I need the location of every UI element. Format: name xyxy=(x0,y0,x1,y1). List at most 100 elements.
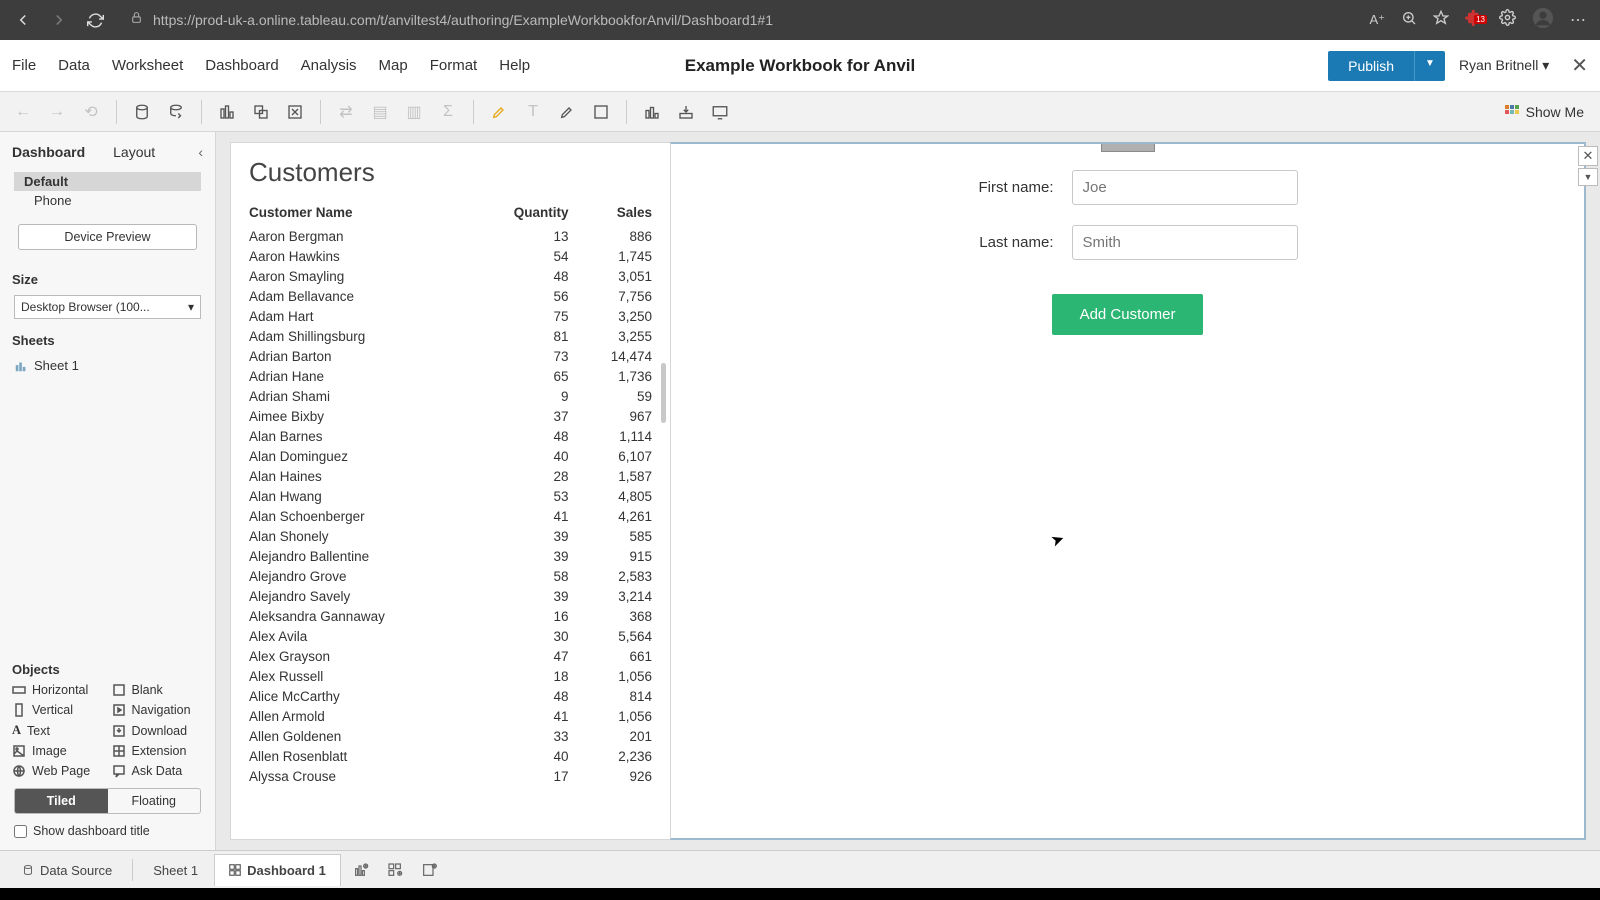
table-row[interactable]: Alan Haines281,587 xyxy=(249,466,656,486)
table-row[interactable]: Adrian Barton7314,474 xyxy=(249,346,656,366)
menu-format[interactable]: Format xyxy=(430,57,478,74)
download-button[interactable] xyxy=(671,97,701,127)
table-row[interactable]: Aaron Hawkins541,745 xyxy=(249,246,656,266)
tab-dashboard[interactable]: Dashboard xyxy=(12,144,85,160)
add-customer-button[interactable]: Add Customer xyxy=(1052,294,1204,335)
presentation-button[interactable] xyxy=(705,97,735,127)
table-row[interactable]: Alyssa Crouse17926 xyxy=(249,766,656,786)
show-me-button[interactable]: Show Me xyxy=(1496,104,1592,120)
table-row[interactable]: Adrian Shami959 xyxy=(249,386,656,406)
table-row[interactable]: Alan Schoenberger414,261 xyxy=(249,506,656,526)
more-icon[interactable]: ⋯ xyxy=(1570,10,1588,30)
table-row[interactable]: Adam Bellavance567,756 xyxy=(249,286,656,306)
menu-analysis[interactable]: Analysis xyxy=(301,57,357,74)
favorite-icon[interactable] xyxy=(1433,10,1449,31)
revert-button[interactable]: ⟲ xyxy=(76,97,106,127)
col-quantity[interactable]: Quantity xyxy=(473,202,585,226)
clear-button[interactable] xyxy=(280,97,310,127)
panel-close-icon[interactable]: ✕ xyxy=(1578,146,1598,166)
show-dashboard-title-checkbox[interactable]: Show dashboard title xyxy=(14,824,201,838)
panel-menu-icon[interactable]: ▼ xyxy=(1578,168,1598,186)
tab-sheet1[interactable]: Sheet 1 xyxy=(139,854,212,886)
col-name[interactable]: Customer Name xyxy=(249,202,473,226)
user-menu[interactable]: Ryan Britnell ▾ xyxy=(1459,57,1549,74)
profile-icon[interactable] xyxy=(1532,7,1554,34)
dashboard-canvas[interactable]: Customers Customer Name Quantity Sales A… xyxy=(216,132,1600,850)
table-row[interactable]: Alex Grayson47661 xyxy=(249,646,656,666)
table-row[interactable]: Alan Dominguez406,107 xyxy=(249,446,656,466)
device-default[interactable]: Default xyxy=(14,172,201,191)
new-sheet-tab-button[interactable] xyxy=(349,858,373,882)
menu-help[interactable]: Help xyxy=(499,57,530,74)
new-dashboard-tab-button[interactable] xyxy=(383,858,407,882)
new-story-tab-button[interactable] xyxy=(417,858,441,882)
collapse-sidebar-icon[interactable]: ‹ xyxy=(198,144,203,160)
menu-data[interactable]: Data xyxy=(58,57,90,74)
device-phone[interactable]: Phone xyxy=(14,191,201,210)
last-name-input[interactable] xyxy=(1072,225,1298,260)
new-worksheet-button[interactable] xyxy=(212,97,242,127)
sidebar-sheet-1[interactable]: Sheet 1 xyxy=(8,354,207,377)
table-row[interactable]: Alan Barnes481,114 xyxy=(249,426,656,446)
extension-panel[interactable]: ✕ ▼ First name: Last name: Add Customer … xyxy=(670,142,1586,840)
tiled-floating-toggle[interactable]: Tiled Floating xyxy=(14,788,201,814)
settings-icon[interactable] xyxy=(1499,9,1516,31)
text-button[interactable]: T xyxy=(518,97,548,127)
extension-icon[interactable]: 13 xyxy=(1465,9,1483,32)
table-row[interactable]: Adrian Hane651,736 xyxy=(249,366,656,386)
table-row[interactable]: Alex Russell181,056 xyxy=(249,666,656,686)
address-bar[interactable]: https://prod-uk-a.online.tableau.com/t/a… xyxy=(120,6,1355,34)
tiled-option[interactable]: Tiled xyxy=(15,789,108,813)
object-vertical[interactable]: Vertical xyxy=(12,703,104,717)
show-title-input[interactable] xyxy=(14,825,27,838)
table-scrollbar[interactable] xyxy=(661,363,666,423)
close-icon[interactable]: ✕ xyxy=(1571,53,1588,78)
publish-dropdown[interactable]: ▼ xyxy=(1414,51,1445,81)
table-row[interactable]: Alan Hwang534,805 xyxy=(249,486,656,506)
object-blank[interactable]: Blank xyxy=(112,683,204,697)
object-download[interactable]: Download xyxy=(112,723,204,738)
table-row[interactable]: Alan Shonely39585 xyxy=(249,526,656,546)
zoom-icon[interactable] xyxy=(1401,10,1417,31)
duplicate-button[interactable] xyxy=(246,97,276,127)
undo-button[interactable]: ← xyxy=(8,97,38,127)
menu-map[interactable]: Map xyxy=(379,57,408,74)
object-askdata[interactable]: Ask Data xyxy=(112,764,204,778)
table-row[interactable]: Allen Armold411,056 xyxy=(249,706,656,726)
table-row[interactable]: Adam Hart753,250 xyxy=(249,306,656,326)
new-datasource-button[interactable] xyxy=(127,97,157,127)
device-preview-button[interactable]: Device Preview xyxy=(18,224,197,250)
table-row[interactable]: Alex Avila305,564 xyxy=(249,626,656,646)
table-row[interactable]: Allen Rosenblatt402,236 xyxy=(249,746,656,766)
fit-dropdown[interactable] xyxy=(637,97,667,127)
floating-option[interactable]: Floating xyxy=(108,789,201,813)
table-row[interactable]: Aaron Smayling483,051 xyxy=(249,266,656,286)
tab-layout[interactable]: Layout xyxy=(113,144,155,160)
object-extension[interactable]: Extension xyxy=(112,744,204,758)
table-row[interactable]: Aimee Bixby37967 xyxy=(249,406,656,426)
refresh-data-button[interactable] xyxy=(161,97,191,127)
tab-dashboard1[interactable]: Dashboard 1 xyxy=(214,854,341,886)
customers-sheet[interactable]: Customers Customer Name Quantity Sales A… xyxy=(230,142,670,840)
table-row[interactable]: Alejandro Ballentine39915 xyxy=(249,546,656,566)
fit-button[interactable] xyxy=(586,97,616,127)
table-row[interactable]: Aaron Bergman13886 xyxy=(249,226,656,246)
object-webpage[interactable]: Web Page xyxy=(12,764,104,778)
format-button[interactable] xyxy=(552,97,582,127)
highlight-button[interactable] xyxy=(484,97,514,127)
table-row[interactable]: Aleksandra Gannaway16368 xyxy=(249,606,656,626)
redo-button[interactable]: → xyxy=(42,97,72,127)
object-horizontal[interactable]: Horizontal xyxy=(12,683,104,697)
table-row[interactable]: Adam Shillingsburg813,255 xyxy=(249,326,656,346)
object-text[interactable]: AText xyxy=(12,723,104,738)
reload-button[interactable] xyxy=(84,9,106,31)
table-row[interactable]: Alejandro Grove582,583 xyxy=(249,566,656,586)
col-sales[interactable]: Sales xyxy=(585,202,657,226)
forward-button[interactable] xyxy=(48,9,70,31)
menu-dashboard[interactable]: Dashboard xyxy=(205,57,278,74)
menu-worksheet[interactable]: Worksheet xyxy=(112,57,183,74)
sort-asc-button[interactable]: ▤ xyxy=(365,97,395,127)
publish-label[interactable]: Publish xyxy=(1328,51,1414,81)
publish-button[interactable]: Publish ▼ xyxy=(1328,51,1445,81)
swap-button[interactable]: ⇄ xyxy=(331,97,361,127)
